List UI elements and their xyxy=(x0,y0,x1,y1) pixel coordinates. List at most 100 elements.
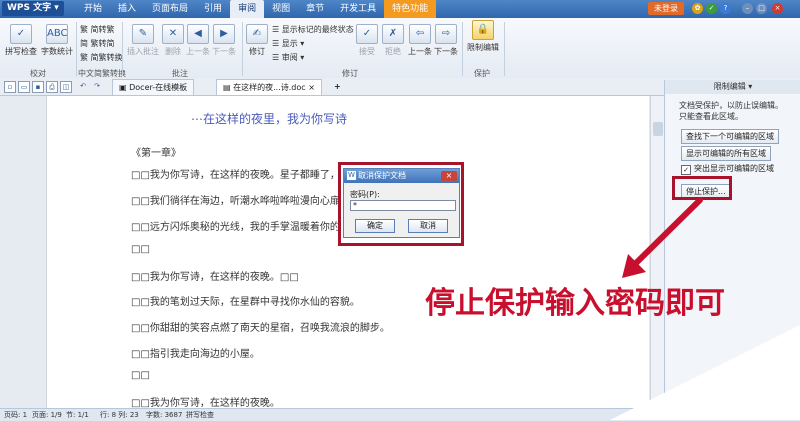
checkbox-check-icon: ✓ xyxy=(681,165,691,175)
tab-references[interactable]: 引用 xyxy=(196,0,230,18)
prev-icon: ◀ xyxy=(187,24,209,44)
restrict-edit-button[interactable]: 🔒 限制编辑 xyxy=(466,20,500,53)
simp-to-trad-button[interactable]: 繁 简转繁 xyxy=(80,24,115,35)
wps-logo-icon: W xyxy=(347,171,356,180)
tab-current-document[interactable]: ▤ 在这样的夜...诗.doc × xyxy=(216,79,322,95)
skin-icon[interactable]: ✿ xyxy=(692,3,703,14)
unprotect-dialog: W 取消保护文档 × 密码(P): * 确定 取消 xyxy=(343,168,460,238)
doc-line: □□我们徜徉在海边，听潮水哗啦哗啦漫向心扉 xyxy=(131,196,340,207)
next-change-icon: ⇨ xyxy=(435,24,457,44)
simp-trad-convert-button[interactable]: 繁 简繁转换 xyxy=(80,52,123,63)
group-separator xyxy=(122,22,123,76)
dialog-title: 取消保护文档 xyxy=(358,171,406,180)
annotation-text: 停止保护输入密码即可 xyxy=(425,286,725,321)
tab-close-icon[interactable]: × xyxy=(308,83,315,92)
panel-description: 只能查看此区域。 xyxy=(679,112,743,121)
next-change-button[interactable]: ⇨ 下一条 xyxy=(434,24,458,57)
menu-tabs: 开始 插入 页面布局 引用 审阅 视图 章节 开发工具 特色功能 xyxy=(76,0,437,18)
scrollbar-thumb[interactable] xyxy=(653,122,663,136)
left-margin-area xyxy=(0,96,46,408)
tab-home[interactable]: 开始 xyxy=(76,0,110,18)
show-markup-button[interactable]: ☰ 显示 ▾ xyxy=(272,38,304,49)
group-separator xyxy=(76,22,77,76)
tab-insert[interactable]: 插入 xyxy=(110,0,144,18)
tab-review[interactable]: 审阅 xyxy=(230,0,265,18)
doc-line: □□指引我走向海边的小屋。 xyxy=(131,349,260,360)
help-icon[interactable]: ? xyxy=(720,3,731,14)
next-comment-button[interactable]: ▶ 下一条 xyxy=(212,24,236,57)
shield-icon[interactable]: ✓ xyxy=(706,3,717,14)
cancel-button[interactable]: 取消 xyxy=(408,219,448,233)
review-pane-button[interactable]: ☰ 审阅 ▾ xyxy=(272,52,304,63)
tab-special-features[interactable]: 特色功能 xyxy=(384,0,437,18)
doc-chapter: 《第一章》 xyxy=(131,148,181,159)
dialog-title-bar: W 取消保护文档 × xyxy=(344,169,459,183)
comment-icon: ✎ xyxy=(132,24,154,44)
group-separator xyxy=(504,22,505,76)
tab-docer-templates[interactable]: ▣ Docer-在线模板 xyxy=(112,79,195,95)
document-page[interactable]: ⋯在这样的夜里，我为你写诗 《第一章》 □□我为你写诗，在这样的夜晚。星子都睡了… xyxy=(46,96,649,409)
print-icon[interactable]: ⎙ xyxy=(46,81,58,93)
reject-button[interactable]: ✗ 拒绝 xyxy=(382,24,404,57)
highlight-editable-checkbox[interactable]: ✓ 突出显示可编辑的区域 xyxy=(681,163,774,175)
tab-page-layout[interactable]: 页面布局 xyxy=(144,0,196,18)
spell-check-button[interactable]: ✓ 拼写检查 xyxy=(4,24,38,57)
doc-line: □□ xyxy=(131,370,150,381)
group-separator xyxy=(462,22,463,76)
status-page-number: 页码: 1 xyxy=(4,411,28,419)
spell-check-icon: ✓ xyxy=(10,24,32,44)
prev-change-icon: ⇦ xyxy=(409,24,431,44)
status-position: 行: 8 列: 23 xyxy=(100,411,139,419)
new-tab-button[interactable]: + xyxy=(328,79,347,94)
app-menu-button[interactable]: WPS 文字 ▾ xyxy=(2,1,64,16)
accept-icon: ✓ xyxy=(356,24,378,44)
accept-button[interactable]: ✓ 接受 xyxy=(356,24,378,57)
minimize-icon[interactable]: – xyxy=(742,3,753,14)
markup-state-select[interactable]: ☰ 显示标记的最终状态 ▾ xyxy=(272,24,360,35)
doc-line: □□你甜甜的笑容点燃了南天的星宿，召唤我流浪的脚步。 xyxy=(131,323,390,334)
tab-developer[interactable]: 开发工具 xyxy=(332,0,384,18)
ok-button[interactable]: 确定 xyxy=(355,219,395,233)
prev-comment-button[interactable]: ◀ 上一条 xyxy=(186,24,210,57)
doc-line: □□我为你写诗，在这样的夜晚。星子都睡了， xyxy=(131,170,340,181)
revise-button[interactable]: ✍ 修订 xyxy=(246,24,268,57)
status-word-count: 字数: 3687 xyxy=(146,411,183,419)
tab-view[interactable]: 视图 xyxy=(264,0,298,18)
doc-line: □□远方闪烁奥秘的光线，我的手掌温暖着你的 xyxy=(131,222,340,233)
doc-line: □□ xyxy=(131,244,150,255)
next-icon: ▶ xyxy=(213,24,235,44)
password-input[interactable]: * xyxy=(350,200,456,211)
stop-protect-highlight-box xyxy=(672,176,732,200)
doc-line: □□我为你写诗，在这样的夜晚。□□ xyxy=(131,272,299,283)
word-count-button[interactable]: ABC 字数统计 xyxy=(40,24,74,57)
preview-icon[interactable]: ◫ xyxy=(60,81,72,93)
revise-icon: ✍ xyxy=(246,24,268,44)
status-spell-check[interactable]: 拼写检查 xyxy=(186,409,214,421)
password-label: 密码(P): xyxy=(350,190,380,199)
lock-icon: 🔒 xyxy=(472,20,494,40)
show-all-editable-button[interactable]: 显示可编辑的所有区域 xyxy=(681,146,771,161)
tab-section[interactable]: 章节 xyxy=(298,0,332,18)
find-next-editable-button[interactable]: 查找下一个可编辑的区域 xyxy=(681,129,779,144)
title-bar: WPS 文字 ▾ 开始 插入 页面布局 引用 审阅 视图 章节 开发工具 特色功… xyxy=(0,0,800,18)
insert-comment-button[interactable]: ✎ 插入批注 xyxy=(126,24,160,57)
status-pages: 页面: 1/9 xyxy=(32,411,62,419)
prev-change-button[interactable]: ⇦ 上一条 xyxy=(408,24,432,57)
status-section: 节: 1/1 xyxy=(66,411,89,419)
trad-to-simp-button[interactable]: 简 繁转简 xyxy=(80,38,115,49)
save-icon[interactable]: ▪ xyxy=(32,81,44,93)
group-separator xyxy=(242,22,243,76)
panel-description: 文档受保护，以防止误编辑。 xyxy=(679,101,783,110)
undo-icon[interactable]: ↶ xyxy=(78,81,88,91)
close-icon[interactable]: × xyxy=(772,3,783,14)
doc-line: □□我的笔划过天际，在星群中寻找你水仙的容貌。 xyxy=(131,297,360,308)
delete-icon: ✕ xyxy=(162,24,184,44)
login-button[interactable]: 未登录 xyxy=(648,2,684,15)
maximize-icon[interactable]: □ xyxy=(756,3,767,14)
new-file-icon[interactable]: ▫ xyxy=(4,81,16,93)
redo-icon[interactable]: ↷ xyxy=(92,81,102,91)
open-folder-icon[interactable]: ▭ xyxy=(18,81,30,93)
delete-comment-button[interactable]: ✕ 删除 xyxy=(162,24,184,57)
word-count-icon: ABC xyxy=(46,24,68,44)
dialog-close-icon[interactable]: × xyxy=(441,171,457,181)
